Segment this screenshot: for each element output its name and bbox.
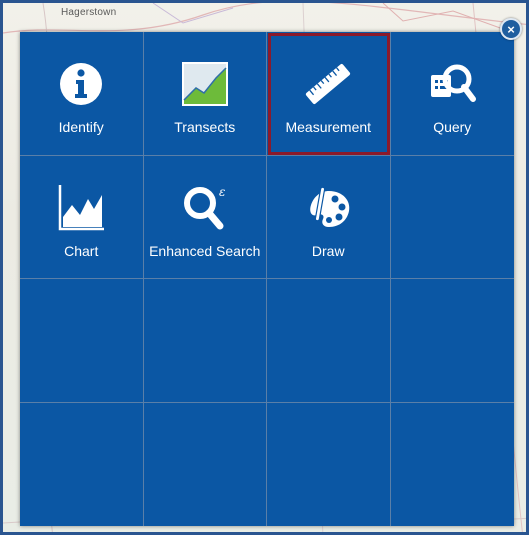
tool-label: Chart [64,242,99,259]
area-chart-icon [55,182,107,234]
tool-label: Query [433,119,472,135]
query-magnifier-icon [426,58,478,110]
tools-panel: Identify Transects Measurement Query Cha… [20,32,514,526]
empty-tool-slot [20,402,144,526]
tool-transects[interactable]: Transects [143,32,267,156]
tool-label: Draw [311,242,345,259]
empty-tool-slot [267,279,391,403]
map-place-label: Hagerstown [61,7,117,18]
info-icon [55,58,107,110]
tool-enhanced-search[interactable]: ε Enhanced Search [143,155,267,279]
empty-tool-slot [391,403,515,527]
tools-grid: Identify Transects Measurement Query Cha… [20,32,514,526]
tool-label: Measurement [285,119,372,135]
close-button[interactable]: × [500,18,522,40]
tool-label: Identify [58,119,104,135]
transect-chart-icon [179,58,231,110]
empty-tool-slot [20,279,144,403]
empty-tool-slot [143,279,267,403]
close-icon: × [507,21,515,37]
tool-label: Enhanced Search [149,242,261,259]
enhanced-search-icon: ε [179,182,231,234]
tool-measurement[interactable]: Measurement [267,32,391,156]
tool-chart[interactable]: Chart [20,155,144,279]
svg-text:ε: ε [219,185,225,199]
empty-tool-slot [390,156,514,279]
map-window: Hagerstown × Identify Transects Measurem… [0,0,529,535]
ruler-icon [302,58,354,110]
tool-identify[interactable]: Identify [20,32,144,156]
empty-tool-slot [390,279,514,403]
empty-tool-slot [267,402,391,526]
tool-draw[interactable]: Draw [267,155,391,279]
tool-query[interactable]: Query [390,32,514,156]
empty-tool-slot [144,402,267,526]
palette-icon [302,182,354,234]
tool-label: Transects [174,119,236,135]
